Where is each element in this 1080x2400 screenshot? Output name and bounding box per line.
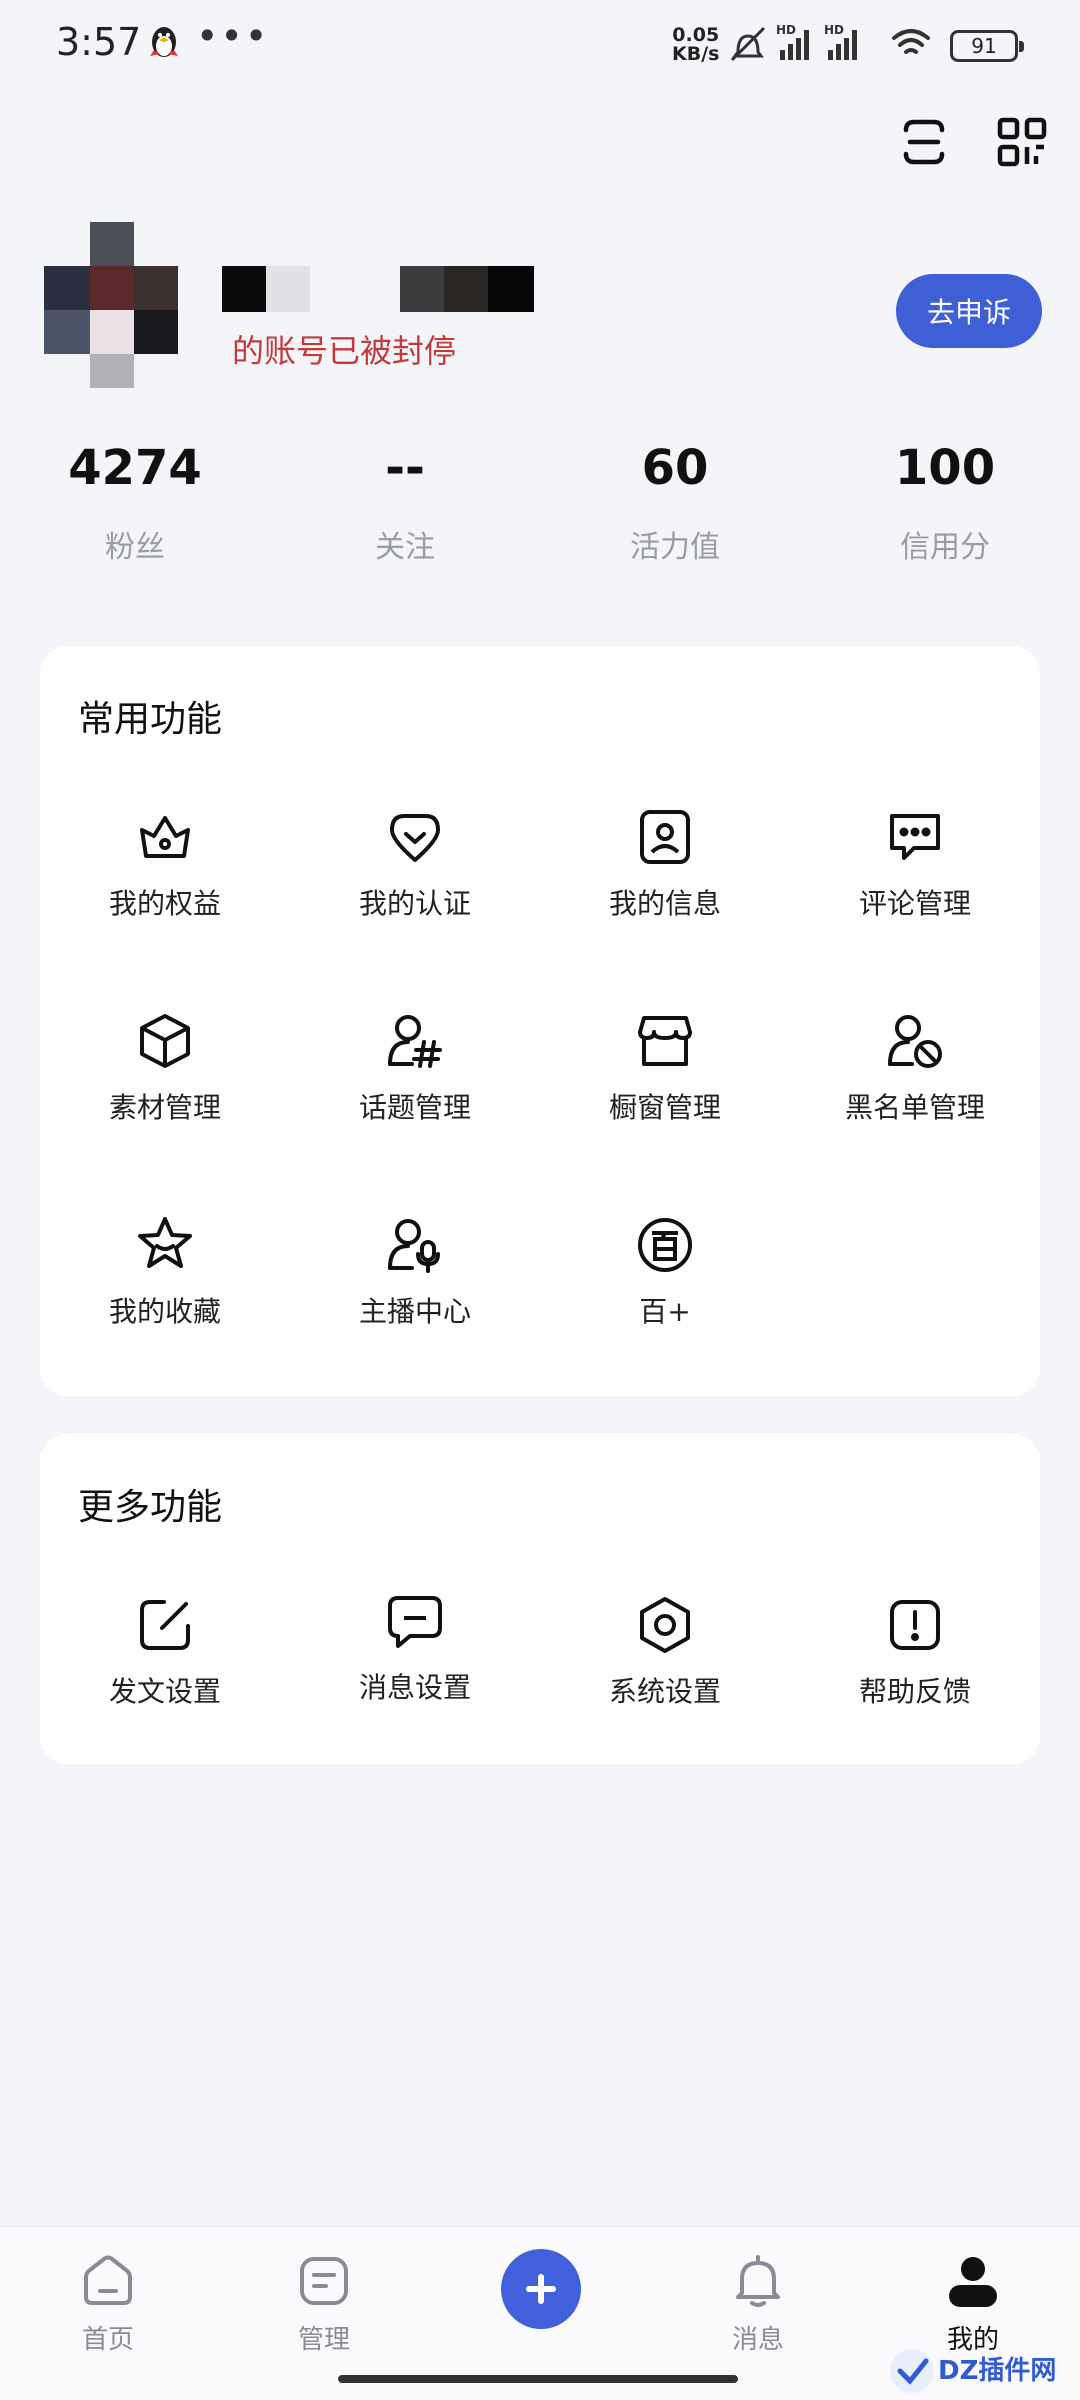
avatar[interactable] — [44, 222, 178, 388]
stat-value: 4274 — [68, 440, 202, 496]
profile-card-icon — [640, 810, 690, 864]
svg-text:HD: HD — [776, 23, 796, 37]
nav-messages[interactable]: 消息 — [688, 2253, 828, 2356]
wifi-icon — [892, 29, 930, 54]
func-my-rights[interactable]: 我的权益 — [40, 806, 290, 922]
func-comment-management[interactable]: 评论管理 — [790, 806, 1040, 922]
stat-vitality[interactable]: 60 活力值 — [575, 440, 775, 566]
func-material-management[interactable]: 素材管理 — [40, 1010, 290, 1126]
bottom-nav: 首页 管理 消息 我的 DZ插件网 — [0, 2226, 1080, 2400]
qr-code-icon[interactable] — [996, 116, 1048, 168]
home-icon — [84, 2255, 132, 2305]
func-system-settings[interactable]: 系统设置 — [540, 1594, 790, 1710]
bell-icon — [736, 2255, 780, 2307]
settings-icon — [640, 1597, 690, 1653]
status-time: 3:57 — [56, 20, 142, 64]
stat-fans[interactable]: 4274 粉丝 — [35, 440, 235, 566]
stat-label: 信用分 — [900, 530, 990, 565]
crown-icon — [140, 816, 190, 858]
username-blurred — [222, 266, 534, 312]
comment-icon — [890, 814, 940, 860]
appeal-button[interactable]: 去申诉 — [896, 274, 1042, 348]
section-title: 常用功能 — [78, 699, 223, 740]
status-bar: 3:57 ••• 0.05 KB/s HD HD 91 — [0, 0, 1080, 90]
more-notifications-icon: ••• — [196, 14, 270, 58]
create-post-button[interactable] — [501, 2249, 581, 2329]
user-hashtag-icon — [388, 1015, 442, 1068]
func-my-favorites[interactable]: 我的收藏 — [40, 1214, 290, 1330]
func-my-verification[interactable]: 我的认证 — [290, 806, 540, 922]
func-post-settings[interactable]: 发文设置 — [40, 1594, 290, 1710]
star-icon — [138, 1217, 192, 1268]
signal-hd-icon-1: HD — [776, 23, 809, 60]
func-help-feedback[interactable]: 帮助反馈 — [790, 1594, 1040, 1710]
func-bai-plus[interactable]: 百+ — [540, 1214, 790, 1330]
help-icon — [890, 1600, 940, 1650]
nav-manage[interactable]: 管理 — [254, 2253, 394, 2356]
network-speed: 0.05 KB/s — [672, 24, 720, 65]
user-block-icon — [888, 1015, 942, 1068]
svg-text:HD: HD — [824, 23, 844, 37]
nav-home[interactable]: 首页 — [38, 2253, 178, 2356]
home-indicator[interactable] — [338, 2375, 738, 2383]
battery-indicator: 91 — [950, 30, 1024, 62]
func-showcase-management[interactable]: 橱窗管理 — [540, 1010, 790, 1126]
system-status-icons: HD HD — [730, 23, 930, 62]
qq-penguin-icon — [150, 27, 178, 57]
plus-icon — [526, 2274, 556, 2304]
dz-plugin-watermark: DZ插件网 — [890, 2349, 1056, 2393]
message-icon — [388, 1596, 442, 1648]
func-anchor-center[interactable]: 主播中心 — [290, 1214, 540, 1330]
common-functions-card: 常用功能 我的权益 我的认证 我的信息 评论管理 素材管理 话题管理 橱窗管理 … — [40, 646, 1040, 1396]
user-icon — [949, 2257, 997, 2307]
func-topic-management[interactable]: 话题管理 — [290, 1010, 540, 1126]
stat-value: -- — [385, 440, 425, 496]
signal-hd-icon-2: HD — [824, 23, 857, 60]
func-blacklist-management[interactable]: 黑名单管理 — [790, 1010, 1040, 1126]
stat-value: 100 — [894, 440, 996, 496]
shop-icon — [638, 1016, 692, 1066]
manage-icon — [300, 2257, 348, 2305]
user-mic-icon — [388, 1219, 440, 1273]
verify-heart-icon — [390, 814, 440, 862]
stat-credit[interactable]: 100 信用分 — [845, 440, 1045, 566]
account-banned-notice: 的账号已被封停 — [232, 332, 457, 370]
scan-icon[interactable] — [898, 116, 950, 168]
svg-text:DZ插件网: DZ插件网 — [938, 2356, 1056, 2386]
func-message-settings[interactable]: 消息设置 — [290, 1590, 540, 1706]
mute-icon — [730, 26, 766, 62]
more-functions-card: 更多功能 发文设置 消息设置 系统设置 帮助反馈 — [40, 1434, 1040, 1764]
stat-following[interactable]: -- 关注 — [305, 440, 505, 566]
edit-icon — [140, 1600, 190, 1650]
stat-value: 60 — [641, 440, 709, 496]
stat-label: 活力值 — [630, 530, 720, 565]
section-title: 更多功能 — [78, 1487, 223, 1528]
cube-icon — [140, 1014, 190, 1068]
func-my-info[interactable]: 我的信息 — [540, 806, 790, 922]
stat-label: 关注 — [375, 530, 435, 565]
stat-label: 粉丝 — [105, 530, 165, 565]
bai-plus-icon — [638, 1218, 692, 1272]
